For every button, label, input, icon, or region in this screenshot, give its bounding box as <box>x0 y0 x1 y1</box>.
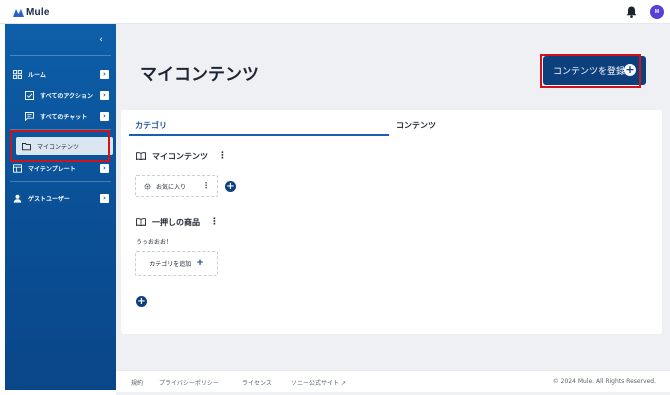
sidebar-item-guest-users[interactable]: ゲストユーザー › <box>13 190 109 206</box>
sidebar-item-label: ルーム <box>28 71 46 79</box>
sidebar-item-label: すべてのアクション <box>40 92 94 100</box>
book-icon <box>136 152 146 160</box>
add-chip-button[interactable]: + <box>225 181 236 192</box>
add-category-button[interactable]: カテゴリを追加 + <box>135 251 218 276</box>
copyright: © 2024 Mule. All Rights Reserved. <box>552 378 656 385</box>
chevron-right-icon[interactable]: › <box>100 111 109 121</box>
book-icon <box>136 218 146 226</box>
section-description: うぅおおお！ <box>136 239 173 246</box>
user-icon <box>13 194 22 203</box>
category-chip-favorites[interactable]: お気に入り ⋮ <box>135 175 218 197</box>
section-title: マイコンテンツ <box>152 152 208 161</box>
footer-link-license[interactable]: ライセンス <box>242 378 272 387</box>
mule-logo-icon <box>13 8 24 17</box>
chat-icon <box>25 111 34 121</box>
highlight-box-register <box>540 54 641 88</box>
footer-link-terms[interactable]: 規約 <box>131 378 143 387</box>
add-section-button[interactable]: + <box>136 296 147 307</box>
footer-link-label: ソニー公式サイト <box>291 380 340 387</box>
more-vert-icon[interactable]: ⋮ <box>202 181 210 190</box>
app-name: Mule <box>26 6 50 18</box>
chevron-right-icon[interactable]: › <box>100 193 109 203</box>
active-tab-indicator <box>129 134 389 136</box>
add-category-label: カテゴリを追加 <box>149 261 192 268</box>
sidebar-item-label: すべてのチャット <box>40 113 88 121</box>
app-logo[interactable]: Mule <box>13 6 50 18</box>
more-vert-icon[interactable]: ⋮ <box>218 151 227 161</box>
sidebar: ‹ ルーム › すべてのアクション › すべてのチャット › マイコンテンツ マ… <box>5 24 116 390</box>
tab-category[interactable]: カテゴリ <box>135 120 167 131</box>
chevron-left-icon[interactable]: ‹ <box>96 35 106 45</box>
chevron-right-icon[interactable]: › <box>100 90 109 100</box>
tab-contents[interactable]: コンテンツ <box>396 120 436 131</box>
sidebar-divider <box>10 181 111 182</box>
chevron-right-icon[interactable]: › <box>100 163 109 173</box>
sidebar-item-all-actions[interactable]: すべてのアクション › <box>25 87 109 103</box>
grid-icon <box>13 69 22 79</box>
checkbox-icon <box>25 90 34 100</box>
footer-link-privacy[interactable]: プライバシーポリシー <box>159 378 219 387</box>
template-icon <box>13 163 22 173</box>
external-link-icon: ↗ <box>340 380 346 387</box>
sidebar-item-label: マイテンプレート <box>28 165 76 173</box>
section-title: 一押しの商品 <box>152 218 200 227</box>
plus-icon: + <box>196 258 204 268</box>
bell-icon[interactable] <box>626 6 637 18</box>
gear-icon <box>144 183 151 189</box>
contents-card <box>121 110 662 334</box>
sidebar-divider <box>10 55 111 56</box>
sidebar-item-room[interactable]: ルーム › <box>13 66 109 82</box>
page-title: マイコンテンツ <box>140 65 259 85</box>
more-vert-icon[interactable]: ⋮ <box>210 217 219 227</box>
chip-label: お気に入り <box>156 183 187 191</box>
top-bar: Mule M <box>0 0 670 24</box>
footer-link-sony[interactable]: ソニー公式サイト ↗ <box>291 378 346 387</box>
sidebar-item-my-templates[interactable]: マイテンプレート › <box>13 160 109 176</box>
sidebar-item-all-chats[interactable]: すべてのチャット › <box>25 108 109 124</box>
chevron-right-icon[interactable]: › <box>100 69 109 79</box>
user-avatar[interactable]: M <box>650 5 664 19</box>
highlight-box-sidebar <box>10 130 110 162</box>
sidebar-item-label: ゲストユーザー <box>28 195 70 203</box>
